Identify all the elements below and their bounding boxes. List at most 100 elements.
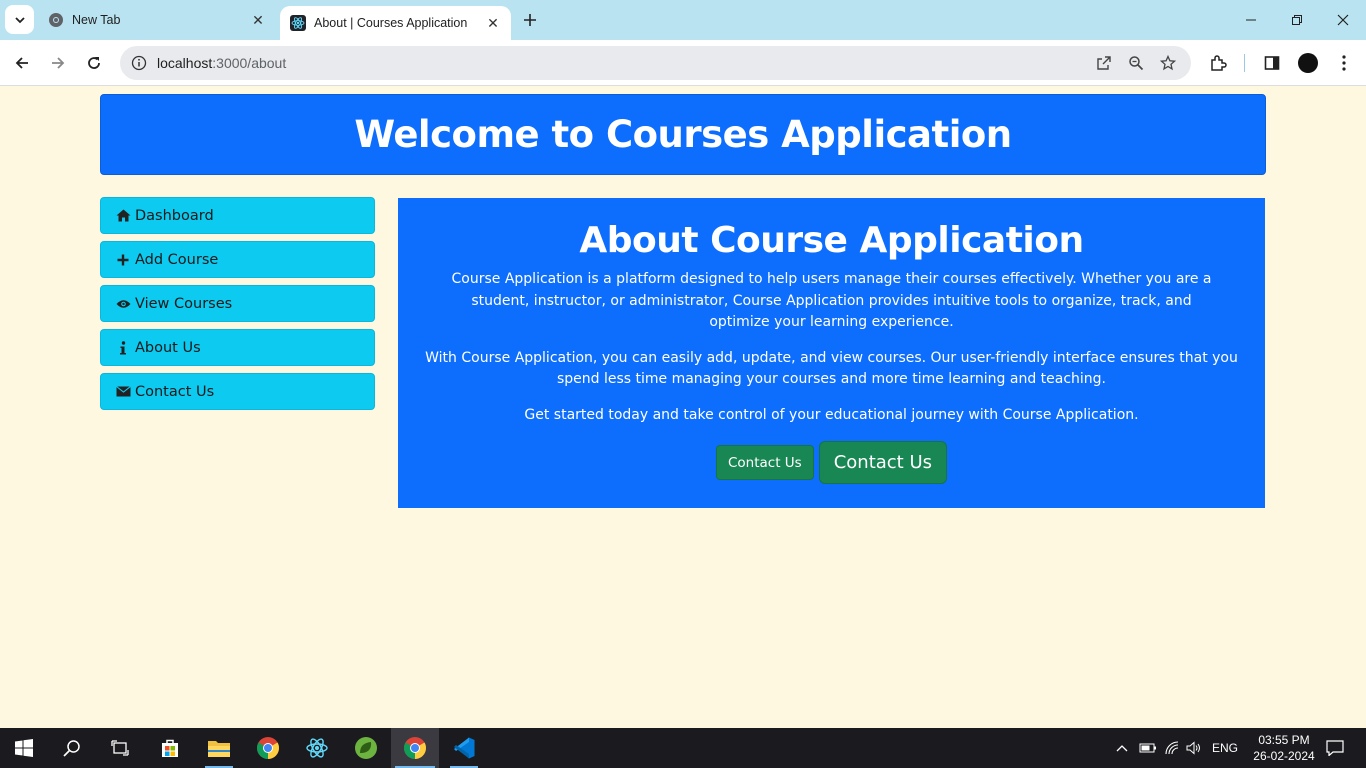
notification-icon — [1326, 740, 1344, 756]
restore-icon — [1292, 15, 1302, 25]
contact-buttons: Contact Us Contact Us — [398, 441, 1265, 484]
toolbar-divider — [1244, 54, 1245, 72]
tab-search-button[interactable] — [5, 5, 34, 34]
folder-icon — [208, 741, 230, 757]
open-in-app-icon[interactable] — [1094, 53, 1114, 73]
chrome-icon — [404, 737, 426, 759]
taskbar-vscode[interactable] — [440, 728, 488, 768]
vscode-icon — [454, 737, 475, 759]
tab-new-tab[interactable]: New Tab ✕ — [38, 0, 276, 40]
forward-button[interactable] — [44, 49, 72, 77]
windows-taskbar: ENG 03:55 PM 26-02-2024 — [0, 728, 1366, 768]
close-icon — [1337, 14, 1349, 26]
show-hidden-icons[interactable] — [1112, 728, 1132, 768]
task-view-button[interactable] — [96, 728, 144, 768]
sidebar-nav: Dashboard Add Course View Courses About … — [100, 197, 375, 417]
chevron-down-icon — [14, 16, 25, 23]
react-icon — [290, 15, 306, 31]
address-bar[interactable]: localhost:3000/about — [120, 46, 1191, 80]
start-button[interactable] — [0, 728, 48, 768]
about-paragraph: Course Application is a platform designe… — [451, 271, 1212, 330]
windows-logo-icon — [15, 739, 33, 757]
chrome-icon — [257, 737, 279, 759]
menu-kebab-icon[interactable] — [1333, 52, 1355, 74]
plus-icon — [115, 252, 131, 268]
battery-icon — [1139, 743, 1156, 753]
minimize-icon — [1246, 19, 1256, 21]
microsoft-store-icon — [162, 739, 178, 757]
back-button[interactable] — [8, 49, 36, 77]
browser-tabstrip: New Tab ✕ About | Courses Application ✕ — [0, 0, 1366, 40]
tab-title: New Tab — [72, 13, 121, 27]
sidebar-item-label: Add Course — [135, 251, 219, 268]
reload-icon — [88, 57, 100, 69]
sidebar-item-view-courses[interactable]: View Courses — [100, 285, 375, 322]
restore-button[interactable] — [1274, 0, 1320, 40]
close-tab-icon[interactable]: ✕ — [246, 8, 270, 32]
wifi-icon — [1165, 741, 1179, 755]
extensions-icon[interactable] — [1207, 52, 1229, 74]
sidebar-item-label: Contact Us — [135, 383, 215, 400]
url-host: localhost — [157, 55, 213, 71]
tab-about[interactable]: About | Courses Application ✕ — [280, 6, 511, 40]
sidebar-item-contact-us[interactable]: Contact Us — [100, 373, 375, 410]
zoom-icon[interactable] — [1126, 53, 1146, 73]
envelope-icon — [115, 384, 131, 400]
sidebar-item-label: View Courses — [135, 295, 233, 312]
action-center[interactable] — [1320, 728, 1350, 768]
taskbar-react-app[interactable] — [293, 728, 341, 768]
tab-title: About | Courses Application — [314, 16, 468, 30]
chrome-icon — [48, 12, 64, 28]
browser-toolbar: localhost:3000/about — [0, 40, 1366, 86]
clock-time: 03:55 PM — [1258, 733, 1310, 747]
about-title: About Course Application — [579, 220, 1084, 261]
close-tab-icon[interactable]: ✕ — [481, 11, 505, 35]
url-path: :3000/about — [212, 55, 287, 71]
minimize-button[interactable] — [1228, 0, 1274, 40]
taskbar-spring-tool[interactable] — [342, 728, 390, 768]
url-text: localhost:3000/about — [157, 55, 286, 71]
wifi-tray[interactable] — [1162, 728, 1182, 768]
speaker-icon — [1186, 741, 1200, 755]
search-button[interactable] — [48, 728, 96, 768]
system-clock[interactable]: 03:55 PM 26-02-2024 — [1244, 732, 1324, 764]
new-tab-button[interactable] — [518, 8, 542, 32]
chevron-up-icon — [1116, 745, 1128, 752]
contact-us-button-small[interactable]: Contact Us — [715, 445, 814, 480]
sidebar-item-label: About Us — [135, 339, 201, 356]
contact-us-button-large[interactable]: Contact Us — [818, 441, 948, 484]
profile-avatar[interactable] — [1298, 53, 1318, 73]
sidebar-item-add-course[interactable]: Add Course — [100, 241, 375, 278]
spring-leaf-icon — [355, 737, 377, 759]
arrow-left-icon — [15, 57, 28, 69]
close-window-button[interactable] — [1320, 0, 1366, 40]
battery-tray[interactable] — [1138, 728, 1158, 768]
task-view-icon — [111, 740, 129, 756]
react-icon — [306, 738, 328, 758]
side-panel-icon[interactable] — [1261, 52, 1283, 74]
sidebar-item-dashboard[interactable]: Dashboard — [100, 197, 375, 234]
home-icon — [115, 208, 131, 224]
arrow-right-icon — [52, 57, 65, 69]
about-paragraph: With Course Application, you can easily … — [425, 349, 1238, 388]
clock-date: 26-02-2024 — [1253, 749, 1315, 763]
taskbar-store[interactable] — [146, 728, 194, 768]
taskbar-chrome[interactable] — [244, 728, 292, 768]
info-icon — [115, 340, 131, 356]
sidebar-item-label: Dashboard — [135, 207, 214, 224]
volume-tray[interactable] — [1184, 728, 1204, 768]
reload-button[interactable] — [80, 49, 108, 77]
page-title: Welcome to Courses Application — [354, 113, 1012, 156]
bookmark-star-icon[interactable] — [1158, 53, 1178, 73]
taskbar-file-explorer[interactable] — [195, 728, 243, 768]
plus-icon — [524, 14, 536, 26]
site-info-icon[interactable] — [130, 54, 148, 72]
page-header: Welcome to Courses Application — [100, 94, 1266, 175]
language-indicator[interactable]: ENG — [1208, 728, 1242, 768]
about-panel: About Course Application Course Applicat… — [398, 198, 1265, 508]
search-icon — [63, 740, 80, 757]
about-paragraph: Get started today and take control of yo… — [524, 406, 1139, 423]
taskbar-chrome-active[interactable] — [391, 728, 439, 768]
eye-icon — [115, 296, 131, 312]
sidebar-item-about-us[interactable]: About Us — [100, 329, 375, 366]
